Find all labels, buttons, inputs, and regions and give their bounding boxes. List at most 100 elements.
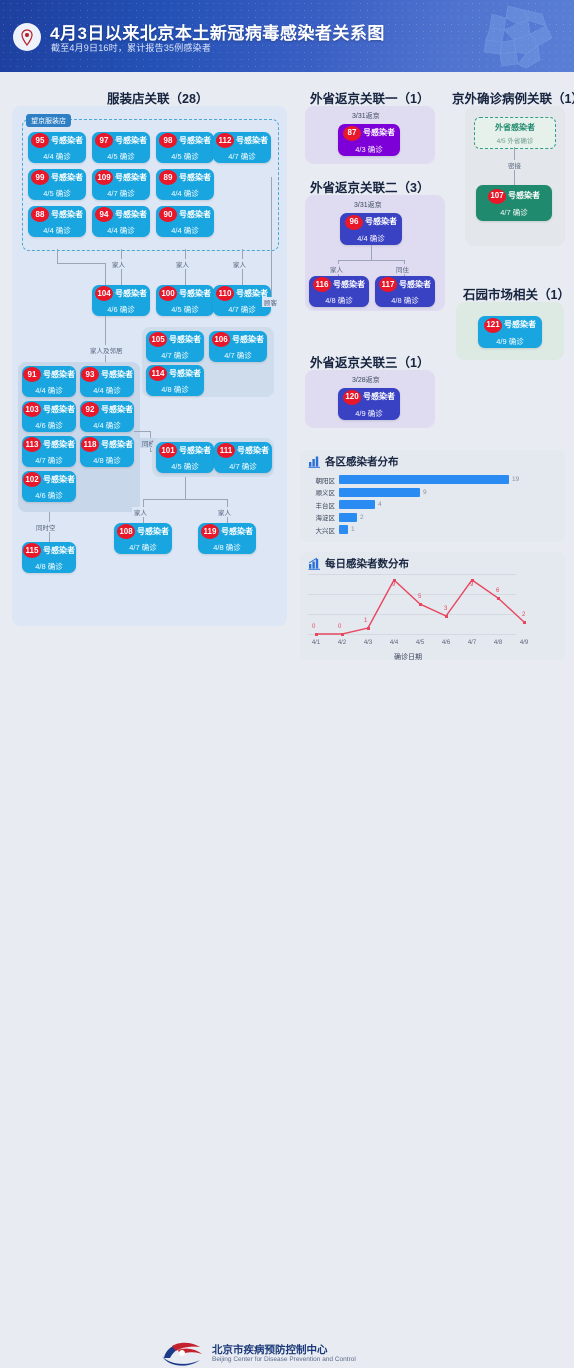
node-98[interactable]: 98 号感染者 4/5 确诊 [156,132,214,163]
node-107[interactable]: 107 号感染者 4/7 确诊 [476,185,552,221]
page-header: 4月3日以来北京本土新冠病毒感染者关系图 截至4月9日16时，累计报告35例感染… [0,0,574,72]
node-101[interactable]: 101 号感染者 4/5 确诊 [156,442,214,473]
location-pin-icon [13,23,41,51]
node-99[interactable]: 99 号感染者 4/5 确诊 [28,169,86,200]
node-115[interactable]: 115 号感染者 4/8 确诊 [22,542,76,573]
arrival-date-1: 3/31返京 [352,113,380,120]
node-114[interactable]: 114 号感染者 4/8 确诊 [146,365,204,396]
node-105[interactable]: 105 号感染者 4/7 确诊 [146,331,204,362]
x-tick: 4/7 [467,640,477,646]
edge [105,316,106,366]
node-date: 4/5 确诊 [171,152,199,161]
node-number: 111 [217,443,235,458]
chart-daily-plot: 0 0 1 9 5 3 9 6 2 4/1 4/2 4/3 4/4 4/5 4/… [306,574,558,661]
x-tick: 4/6 [441,640,451,646]
node-117[interactable]: 117 号感染者 4/8 确诊 [375,276,435,307]
node-91[interactable]: 91 号感染者 4/4 确诊 [22,366,76,397]
bar-category: 海淀区 [315,515,336,522]
node-108[interactable]: 108 号感染者 4/7 确诊 [114,523,172,554]
node-90[interactable]: 90 号感染者 4/4 确诊 [156,206,214,237]
node-label: 号感染者 [179,209,211,219]
node-118[interactable]: 118 号感染者 4/8 确诊 [80,436,134,467]
node-96[interactable]: 96 号感染者 4/4 确诊 [340,213,402,245]
node-number: 90 [159,207,177,222]
section-title-market: 石园市场相关（1） [463,288,570,302]
node-92[interactable]: 92 号感染者 4/4 确诊 [80,401,134,432]
data-label: 2 [522,612,526,618]
node-120[interactable]: 120 号感染者 4/9 确诊 [338,388,400,420]
node-number: 110 [216,286,234,301]
node-95[interactable]: 95 号感染者 4/4 确诊 [28,132,86,163]
node-number: 107 [488,188,506,204]
edge [57,249,58,263]
node-116[interactable]: 116 号感染者 4/8 确诊 [309,276,369,307]
node-119[interactable]: 119 号感染者 4/8 确诊 [198,523,256,554]
data-point [366,626,370,630]
bar-chart-icon [308,456,320,468]
bar-value: 9 [423,488,427,496]
node-89[interactable]: 89 号感染者 4/4 确诊 [156,169,214,200]
node-date: 4/8 确诊 [35,562,63,571]
edge-label-same-space: 同时空 [34,522,58,532]
node-number: 113 [23,437,41,452]
bar-fill [339,500,375,509]
node-94[interactable]: 94 号感染者 4/4 确诊 [92,206,150,237]
section-title-returnee1: 外省返京关联一（1） [310,92,430,106]
node-100[interactable]: 100 号感染者 4/5 确诊 [156,285,214,316]
node-date: 4/4 确诊 [43,152,71,161]
node-number: 97 [95,133,113,148]
shop-label: 望京服装店 [26,114,71,127]
node-label: 号感染者 [399,279,431,289]
node-111[interactable]: 111 号感染者 4/7 确诊 [214,442,272,473]
node-93[interactable]: 93 号感染者 4/4 确诊 [80,366,134,397]
edge-label-customer: 顾客 [262,297,279,307]
node-label: 号感染者 [169,334,201,344]
node-number: 112 [216,133,234,148]
node-number: 98 [159,133,177,148]
node-label: 号感染者 [508,191,540,200]
x-tick: 4/2 [337,640,347,646]
node-88[interactable]: 88 号感染者 4/4 确诊 [28,206,86,237]
node-date: 4/8 确诊 [325,296,353,305]
bar-row: 丰台区 4 [305,499,382,510]
node-date: 4/4 确诊 [93,386,121,395]
node-number: 102 [23,472,41,487]
bar-row: 海淀区 2 [305,512,364,523]
node-number: 104 [95,286,113,301]
x-tick: 4/1 [311,640,321,646]
node-label: 号感染者 [179,288,211,298]
node-label: 号感染者 [179,445,211,455]
node-number: 99 [31,170,49,185]
data-label: 0 [312,624,316,630]
node-date: 4/7 确诊 [229,462,257,471]
edge-label-family5: 家人 [216,507,233,517]
node-number: 88 [31,207,49,222]
node-102[interactable]: 102 号感染者 4/6 确诊 [22,471,76,502]
x-tick: 4/3 [363,640,373,646]
node-label: 号感染者 [221,526,253,536]
node-109[interactable]: 109 号感染者 4/7 确诊 [92,169,150,200]
data-label: 6 [496,588,500,594]
node-113[interactable]: 113 号感染者 4/7 确诊 [22,436,76,467]
node-106[interactable]: 106 号感染者 4/7 确诊 [209,331,267,362]
node-number: 105 [149,332,167,347]
edge-label-family4: 家人 [132,507,149,517]
node-97[interactable]: 97 号感染者 4/5 确诊 [92,132,150,163]
node-date: 4/4 确诊 [357,233,385,243]
node-104[interactable]: 104 号感染者 4/6 确诊 [92,285,150,316]
bar-value: 2 [360,513,364,521]
footer-org-cn: 北京市疾病预防控制中心 [212,1344,328,1356]
node-103[interactable]: 103 号感染者 4/6 确诊 [22,401,76,432]
node-date: 4/9 确诊 [355,408,383,418]
node-date: 4/7 确诊 [500,207,528,217]
node-label: 号感染者 [43,545,75,555]
node-87[interactable]: 87 号感染者 4/3 确诊 [338,124,400,156]
node-121[interactable]: 121 号感染者 4/9 确诊 [478,316,542,348]
node-date: 4/7 确诊 [161,351,189,360]
node-112[interactable]: 112 号感染者 4/7 确诊 [213,132,271,163]
node-date: 4/4 确诊 [171,226,199,235]
x-tick: 4/9 [519,640,529,646]
node-number: 121 [484,317,502,333]
data-point [314,632,318,636]
node-date: 4/7 确诊 [228,152,256,161]
